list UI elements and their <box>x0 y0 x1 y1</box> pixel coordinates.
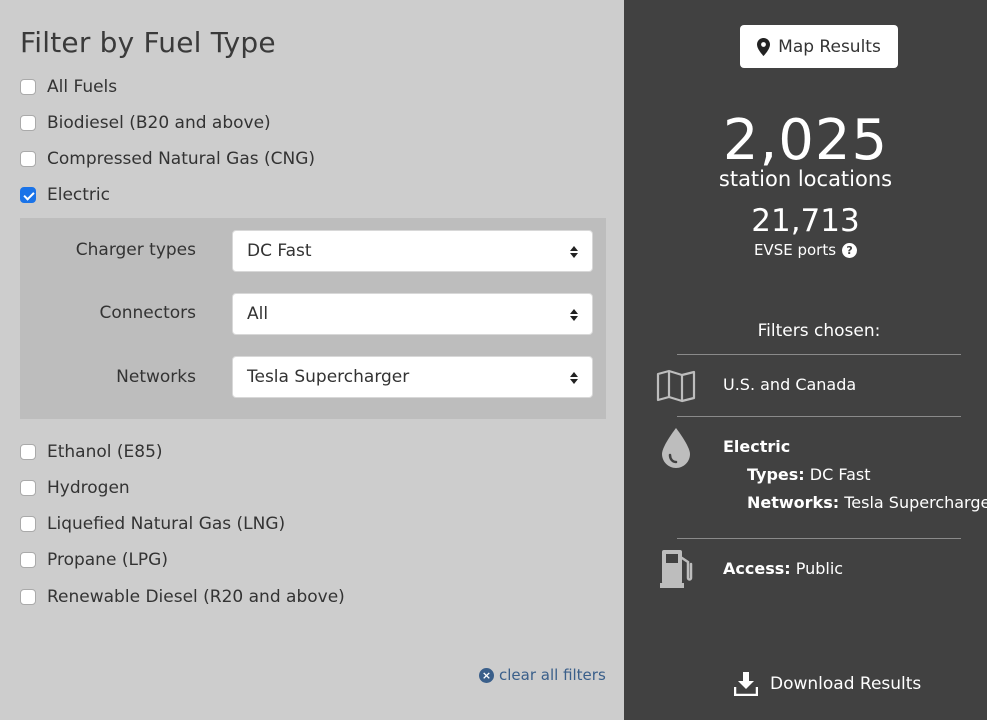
fuel-option-all-fuels[interactable]: All Fuels <box>20 75 117 99</box>
networks-value: Tesla Supercharger <box>247 367 410 387</box>
clear-all-filters-label: clear all filters <box>499 666 606 684</box>
fuel-option-label: All Fuels <box>47 77 118 97</box>
filter-access-key: Access: <box>723 559 791 578</box>
port-count-label: EVSE ports <box>753 241 837 259</box>
electric-options-panel: Charger types DC Fast Connectors All Net… <box>20 218 606 419</box>
fuel-option-propane[interactable]: Propane (LPG) <box>20 548 168 572</box>
filter-fuel: Electric <box>723 437 790 456</box>
connectors-select[interactable]: All <box>232 293 593 335</box>
checkbox[interactable] <box>20 552 36 568</box>
filter-networks-value: Tesla Supercharger <box>844 493 987 512</box>
port-count: 21,713 <box>751 203 860 239</box>
results-panel: Map Results 2,025 station locations 21,7… <box>624 0 987 720</box>
fuel-option-label: Ethanol (E85) <box>47 442 163 462</box>
download-icon <box>734 672 758 696</box>
filters-chosen-title: Filters chosen: <box>757 321 881 341</box>
station-count-label: station locations <box>718 167 893 191</box>
checkbox[interactable] <box>20 151 36 167</box>
fuel-option-cng[interactable]: Compressed Natural Gas (CNG) <box>20 147 315 171</box>
fuel-option-electric[interactable]: Electric <box>20 183 110 207</box>
networks-label: Networks <box>116 367 196 387</box>
fuel-option-label: Electric <box>47 185 110 205</box>
charger-types-select[interactable]: DC Fast <box>232 230 593 272</box>
fuel-option-lng[interactable]: Liquefied Natural Gas (LNG) <box>20 512 285 536</box>
divider <box>677 354 961 355</box>
help-icon[interactable]: ? <box>842 242 858 258</box>
filter-networks: Networks: Tesla Supercharger <box>747 493 987 512</box>
checkbox[interactable] <box>20 79 36 95</box>
checkbox[interactable] <box>20 589 36 605</box>
fuel-pump-icon <box>660 550 693 588</box>
filter-types-key: Types: <box>747 465 805 484</box>
charger-types-label: Charger types <box>75 240 196 260</box>
charger-types-value: DC Fast <box>247 241 312 261</box>
filter-panel: Filter by Fuel Type All Fuels Biodiesel … <box>0 0 624 720</box>
download-results-label: Download Results <box>770 674 922 694</box>
map-pin-icon <box>757 37 771 56</box>
connectors-label: Connectors <box>99 303 196 323</box>
fuel-option-ethanol[interactable]: Ethanol (E85) <box>20 440 163 464</box>
divider <box>677 416 961 417</box>
port-count-row: EVSE ports ? <box>624 241 987 259</box>
fuel-option-label: Hydrogen <box>47 478 130 498</box>
filter-fuel-name: Electric <box>723 437 791 456</box>
select-arrows-icon <box>569 244 579 260</box>
checkbox[interactable] <box>20 444 36 460</box>
networks-select[interactable]: Tesla Supercharger <box>232 356 593 398</box>
fuel-option-label: Renewable Diesel (R20 and above) <box>47 587 345 607</box>
checkbox[interactable] <box>20 115 36 131</box>
checkbox[interactable] <box>20 516 36 532</box>
filter-access-value: Public <box>795 559 844 578</box>
filter-location: U.S. and Canada <box>723 375 857 394</box>
close-circle-icon: × <box>479 667 494 683</box>
fuel-option-biodiesel[interactable]: Biodiesel (B20 and above) <box>20 111 271 135</box>
filter-networks-key: Networks: <box>747 493 840 512</box>
fuel-option-label: Liquefied Natural Gas (LNG) <box>47 514 286 534</box>
fuel-option-label: Compressed Natural Gas (CNG) <box>47 149 316 169</box>
checkbox[interactable] <box>20 480 36 496</box>
station-count: 2,025 <box>722 108 889 173</box>
fuel-option-renewable-diesel[interactable]: Renewable Diesel (R20 and above) <box>20 585 345 609</box>
map-icon <box>656 369 696 403</box>
fuel-option-hydrogen[interactable]: Hydrogen <box>20 476 130 500</box>
filter-title: Filter by Fuel Type <box>20 26 276 59</box>
fuel-option-label: Propane (LPG) <box>47 550 168 570</box>
divider <box>677 538 961 539</box>
filter-types: Types: DC Fast <box>747 465 871 484</box>
download-results-button[interactable]: Download Results <box>734 672 921 696</box>
connectors-value: All <box>247 304 269 324</box>
map-results-label: Map Results <box>778 36 881 57</box>
station-locator: Filter by Fuel Type All Fuels Biodiesel … <box>0 0 987 720</box>
filter-types-value: DC Fast <box>809 465 871 484</box>
fuel-option-label: Biodiesel (B20 and above) <box>47 113 271 133</box>
map-results-button[interactable]: Map Results <box>740 25 898 68</box>
filter-access: Access: Public <box>723 559 843 578</box>
select-arrows-icon <box>569 307 579 323</box>
checkbox-checked[interactable] <box>20 187 36 203</box>
clear-all-filters-link[interactable]: × clear all filters <box>479 666 606 684</box>
select-arrows-icon <box>569 370 579 386</box>
drop-icon <box>662 428 690 468</box>
